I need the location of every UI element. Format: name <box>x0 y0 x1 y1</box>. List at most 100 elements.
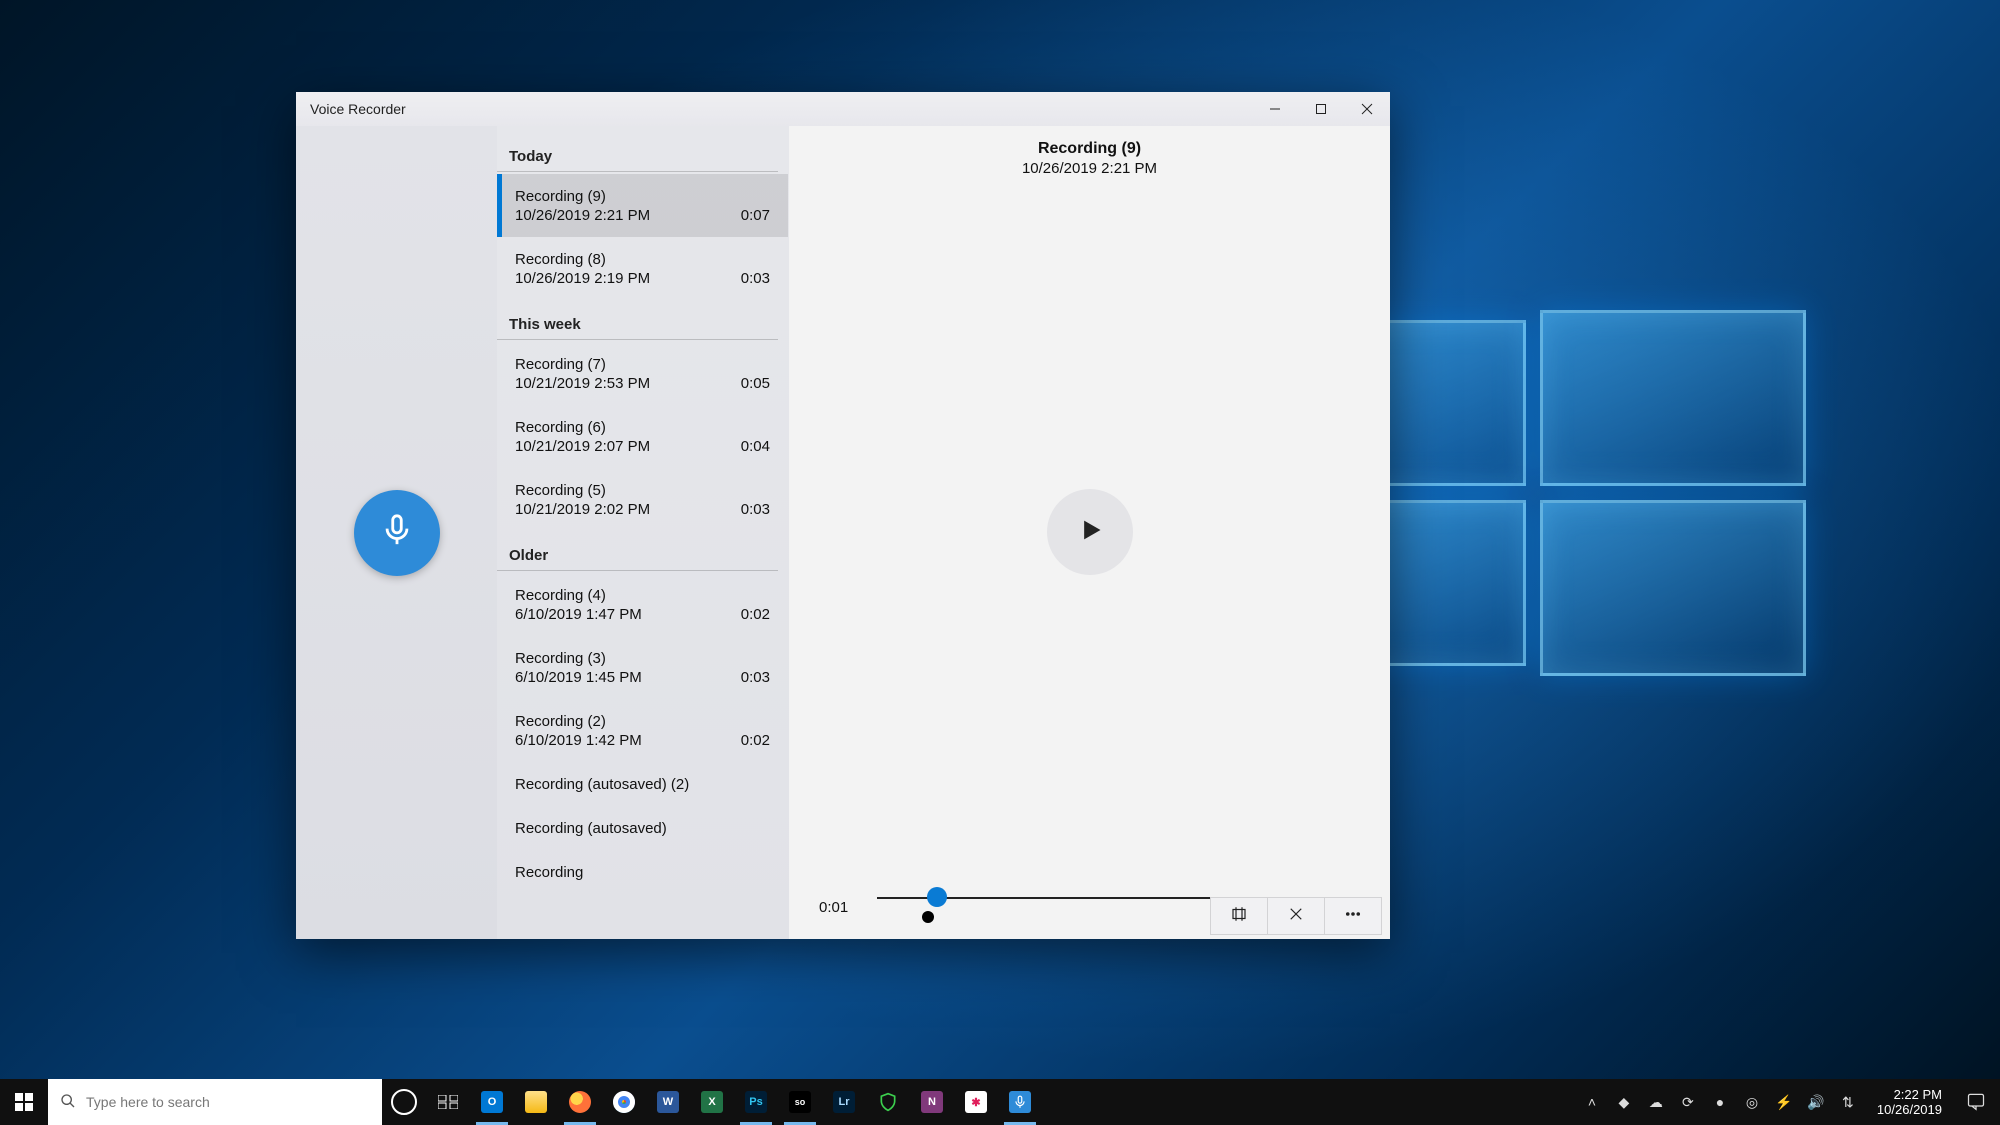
recording-item[interactable]: Recording (8) 10/26/2019 2:19 PM0:03 <box>497 237 788 300</box>
recording-item[interactable]: Recording (4) 6/10/2019 1:47 PM0:02 <box>497 573 788 636</box>
recording-date: 6/10/2019 1:45 PM <box>515 669 741 686</box>
recording-length: 0:05 <box>741 375 770 392</box>
detail-toolbar <box>1210 897 1382 935</box>
recording-title: Recording (5) <box>515 482 770 499</box>
recording-title: Recording <box>515 864 770 881</box>
recording-item[interactable]: Recording (autosaved) (2) <box>497 762 788 806</box>
recording-length: 0:03 <box>741 501 770 518</box>
recording-item[interactable]: Recording (9)10/26/2019 2:21 PM0:07 <box>497 174 788 237</box>
action-center-button[interactable] <box>1952 1079 2000 1125</box>
firefox-icon <box>569 1091 591 1113</box>
taskbar-app-word[interactable]: W <box>646 1079 690 1125</box>
recording-length: 0:02 <box>741 606 770 623</box>
taskbar-app-slack[interactable]: ✱ <box>954 1079 998 1125</box>
taskbar-app-lightroom[interactable]: Lr <box>822 1079 866 1125</box>
window-title: Voice Recorder <box>296 101 406 117</box>
recording-item[interactable]: Recording (autosaved) <box>497 806 788 850</box>
taskbar-search-placeholder: Type here to search <box>86 1094 210 1110</box>
record-panel <box>296 126 497 939</box>
recording-title: Recording (autosaved) (2) <box>515 776 770 793</box>
taskbar-clock[interactable]: 2:22 PM 10/26/2019 <box>1867 1079 1952 1125</box>
recording-item[interactable]: Recording (5) 10/21/2019 2:02 PM0:03 <box>497 468 788 531</box>
recording-date: 10/26/2019 2:19 PM <box>515 270 741 287</box>
taskbar-app-voice-recorder[interactable] <box>998 1079 1042 1125</box>
play-button[interactable] <box>1047 489 1133 575</box>
taskbar-app-onenote[interactable]: N <box>910 1079 954 1125</box>
list-section-header: This week <box>497 300 778 340</box>
taskbar-app-sonos[interactable]: so <box>778 1079 822 1125</box>
taskbar-app-outlook[interactable]: O <box>470 1079 514 1125</box>
tray-power-icon[interactable]: ⚡ <box>1771 1079 1797 1125</box>
recording-title: Recording (autosaved) <box>515 820 770 837</box>
recording-detail: Recording (9) 10/26/2019 2:21 PM 0:01 0:… <box>789 126 1390 939</box>
file-explorer-icon <box>525 1091 547 1113</box>
recording-title: Recording (4) <box>515 587 770 604</box>
sonos-icon: so <box>789 1091 811 1113</box>
more-button[interactable] <box>1324 898 1381 934</box>
recording-item[interactable]: Recording <box>497 850 788 894</box>
onenote-icon: N <box>921 1091 943 1113</box>
more-icon <box>1344 905 1362 928</box>
taskbar-app-cortana[interactable] <box>382 1079 426 1125</box>
tray-bluetooth-icon[interactable]: ● <box>1707 1079 1733 1125</box>
recording-item[interactable]: Recording (6)10/21/2019 2:07 PM0:04 <box>497 405 788 468</box>
maximize-button[interactable] <box>1298 92 1344 126</box>
tray-chevron-icon[interactable]: ˄ <box>1579 1079 1605 1125</box>
trim-button[interactable] <box>1211 898 1267 934</box>
titlebar[interactable]: Voice Recorder <box>296 92 1390 126</box>
play-icon <box>1076 516 1104 549</box>
current-time: 0:01 <box>819 899 863 916</box>
record-button[interactable] <box>354 490 440 576</box>
recording-length: 0:03 <box>741 270 770 287</box>
taskbar-app-chrome[interactable] <box>602 1079 646 1125</box>
word-icon: W <box>657 1091 679 1113</box>
list-section-header: Today <box>497 132 778 172</box>
recording-length: 0:02 <box>741 732 770 749</box>
taskbar-app-defender[interactable] <box>866 1079 910 1125</box>
start-button[interactable] <box>0 1079 48 1125</box>
recording-item[interactable]: Recording (2) 6/10/2019 1:42 PM0:02 <box>497 699 788 762</box>
seek-thumb[interactable] <box>927 887 947 907</box>
tray-steam-icon[interactable]: ◎ <box>1739 1079 1765 1125</box>
taskbar-app-firefox[interactable] <box>558 1079 602 1125</box>
windows-icon <box>15 1093 33 1111</box>
taskbar-app-task-view[interactable] <box>426 1079 470 1125</box>
tray-network-icon[interactable]: ⇅ <box>1835 1079 1861 1125</box>
system-tray[interactable]: ˄ ◆ ☁ ⟳ ● ◎ ⚡ 🔊 ⇅ <box>1579 1079 1867 1125</box>
lightroom-icon: Lr <box>833 1091 855 1113</box>
trim-marker[interactable] <box>922 911 934 923</box>
minimize-button[interactable] <box>1252 92 1298 126</box>
list-section-header: Older <box>497 531 778 571</box>
recording-length: 0:07 <box>741 207 770 224</box>
tray-app-icon[interactable]: ◆ <box>1611 1079 1637 1125</box>
recording-item[interactable]: Recording (3)6/10/2019 1:45 PM0:03 <box>497 636 788 699</box>
recordings-list[interactable]: TodayRecording (9)10/26/2019 2:21 PM0:07… <box>497 126 789 939</box>
taskbar-search[interactable]: Type here to search <box>48 1079 382 1125</box>
clock-time: 2:22 PM <box>1894 1087 1942 1102</box>
taskbar-app-photoshop[interactable]: Ps <box>734 1079 778 1125</box>
outlook-icon: O <box>481 1091 503 1113</box>
recording-title: Recording (7) <box>515 356 770 373</box>
recording-date: 6/10/2019 1:42 PM <box>515 732 741 749</box>
recording-title: Recording (6) <box>515 419 770 436</box>
taskbar-app-file-explorer[interactable] <box>514 1079 558 1125</box>
tray-volume-icon[interactable]: 🔊 <box>1803 1079 1829 1125</box>
taskbar: Type here to search O WX Psso Lr N ✱ ˄ ◆ ☁ ⟳ … <box>0 1079 2000 1125</box>
delete-button[interactable] <box>1267 898 1324 934</box>
recording-title: Recording (9) <box>515 188 770 205</box>
recording-date: 6/10/2019 1:47 PM <box>515 606 741 623</box>
notification-icon <box>1966 1091 1986 1114</box>
close-button[interactable] <box>1344 92 1390 126</box>
trim-icon <box>1230 905 1248 928</box>
recording-item[interactable]: Recording (7)10/21/2019 2:53 PM0:05 <box>497 342 788 405</box>
recording-title: Recording (8) <box>515 251 770 268</box>
recording-date: 10/21/2019 2:02 PM <box>515 501 741 518</box>
recording-title: Recording (2) <box>515 713 770 730</box>
close-icon <box>1287 905 1305 928</box>
clock-date: 10/26/2019 <box>1877 1102 1942 1117</box>
tray-onedrive-icon[interactable]: ☁ <box>1643 1079 1669 1125</box>
photoshop-icon: Ps <box>745 1091 767 1113</box>
detail-title: Recording (9) <box>789 140 1390 158</box>
tray-sync-icon[interactable]: ⟳ <box>1675 1079 1701 1125</box>
taskbar-app-excel[interactable]: X <box>690 1079 734 1125</box>
